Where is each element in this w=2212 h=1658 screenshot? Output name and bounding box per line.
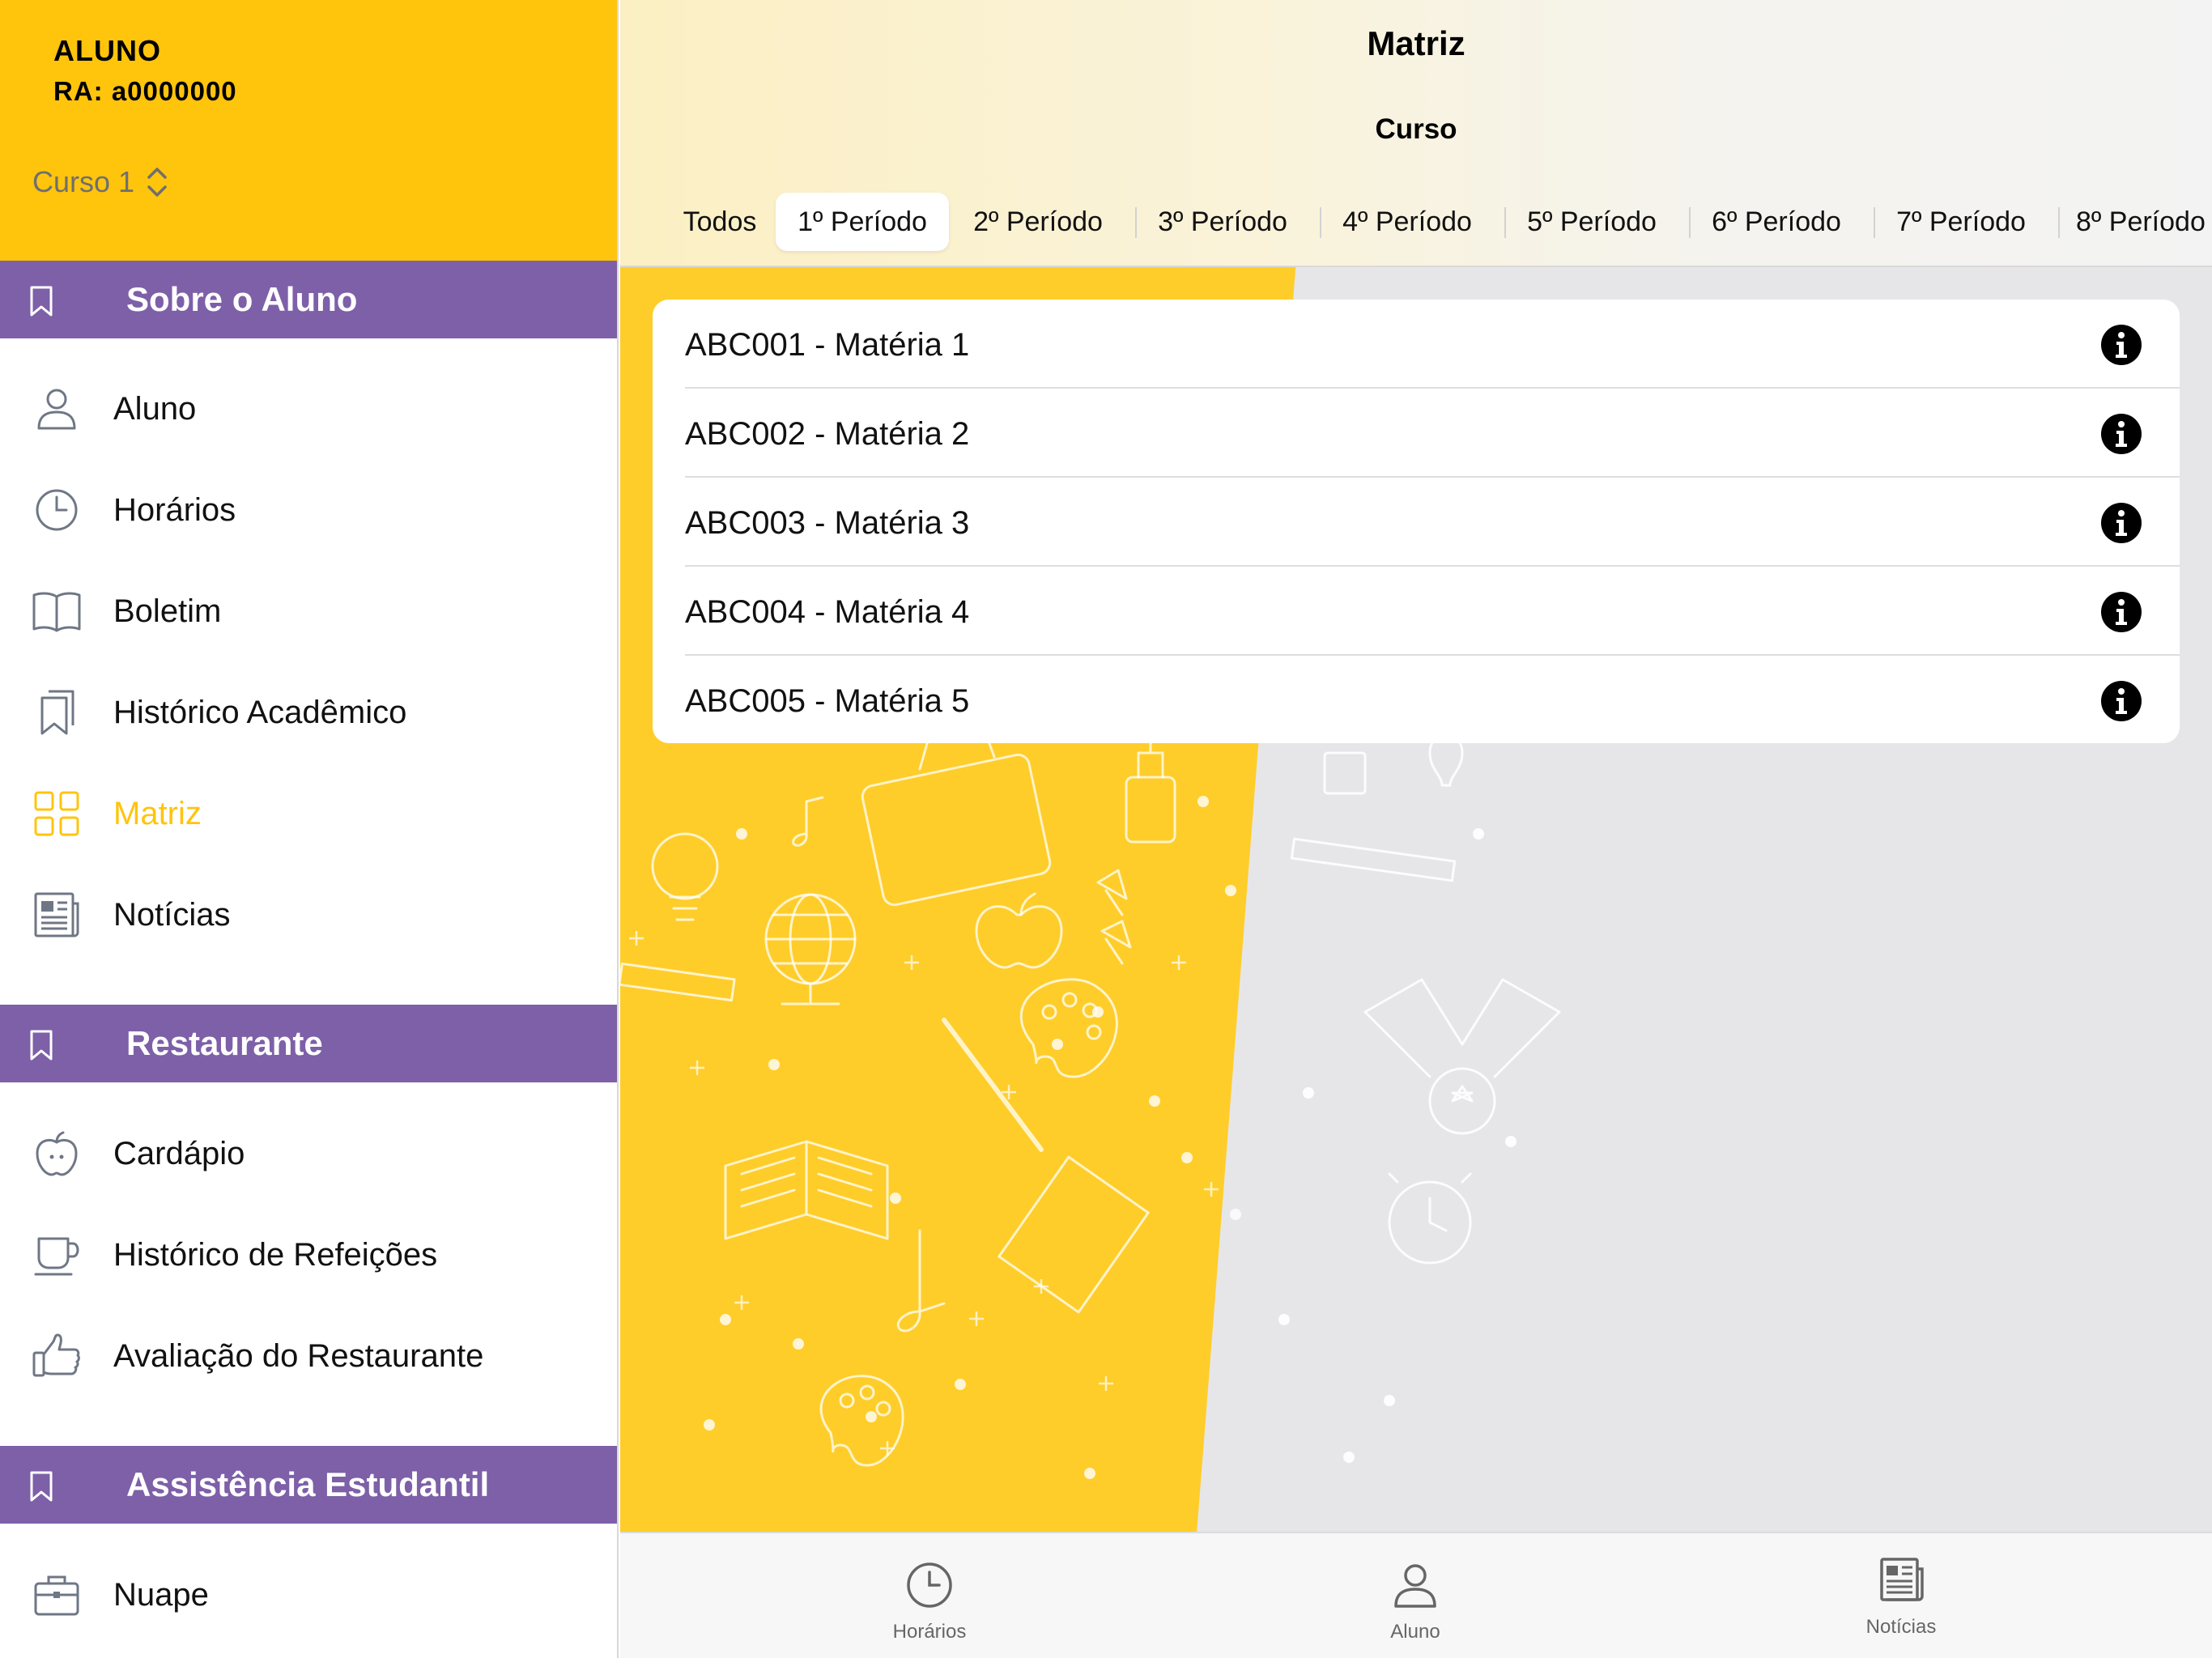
person-icon: [1394, 1564, 1436, 1608]
tab-periodo-6[interactable]: 6º Período: [1691, 193, 1862, 251]
sidebar: ALUNO RA: a0000000 Curso 1 Sobre o Aluno…: [0, 0, 619, 1658]
sidebar-item-nuape[interactable]: Nuape: [0, 1550, 617, 1639]
list-item[interactable]: ABC002 - Matéria 2: [653, 389, 2180, 478]
sidebar-item-cardapio[interactable]: Cardápio: [0, 1109, 617, 1198]
sidebar-item-label: Nuape: [113, 1576, 209, 1613]
info-icon[interactable]: [2100, 680, 2142, 722]
tab-periodo-8[interactable]: 8º Período: [2060, 193, 2212, 251]
student-ra: RA: a0000000: [53, 76, 237, 106]
section-header-assistencia-estudantil: Assistência Estudantil: [0, 1446, 617, 1524]
bookmark-icon: [30, 286, 53, 317]
main-content: Matriz Curso Todos 1º Período 2º Período…: [620, 0, 2212, 1658]
sidebar-item-label: Matriz: [113, 795, 202, 831]
sidebar-item-boletim[interactable]: Boletim: [0, 567, 617, 656]
tab-periodo-1[interactable]: 1º Período: [776, 193, 949, 251]
tabbar-label: Notícias: [1865, 1616, 1937, 1638]
newspaper-icon: [1880, 1558, 1924, 1601]
thumbs-up-icon: [32, 1333, 80, 1377]
sidebar-item-matriz[interactable]: Matriz: [0, 769, 617, 858]
tab-periodo-5[interactable]: 5º Período: [1506, 193, 1678, 251]
sidebar-item-label: Histórico Acadêmico: [113, 694, 407, 730]
clock-icon: [36, 489, 78, 531]
student-name: ALUNO: [53, 34, 161, 67]
course-selector[interactable]: Curso 1: [32, 165, 168, 199]
bookmark-icon: [30, 1030, 53, 1061]
sidebar-item-label: Cardápio: [113, 1135, 245, 1171]
list-item[interactable]: ABC003 - Matéria 3: [653, 478, 2180, 567]
subject-label: ABC001 - Matéria 1: [685, 327, 970, 363]
bookmarks-icon: [40, 690, 74, 735]
info-icon[interactable]: [2100, 591, 2142, 633]
clock-icon: [907, 1562, 952, 1608]
sidebar-item-aluno[interactable]: Aluno: [0, 364, 617, 453]
sidebar-item-label: Horários: [113, 491, 236, 528]
bookmark-icon: [30, 1471, 53, 1502]
book-icon: [32, 592, 81, 632]
subject-label: ABC003 - Matéria 3: [685, 505, 970, 541]
tab-periodo-4[interactable]: 4º Período: [1321, 193, 1493, 251]
sidebar-item-avaliacao-restaurante[interactable]: Avaliação do Restaurante: [0, 1312, 617, 1401]
tab-todos[interactable]: Todos: [659, 193, 781, 251]
subjects-list: ABC001 - Matéria 1 ABC002 - Matéria 2 AB…: [653, 300, 2180, 743]
section-header-restaurante: Restaurante: [0, 1005, 617, 1082]
tabbar-item-horarios[interactable]: Horários: [808, 1533, 1051, 1658]
section-title: Assistência Estudantil: [126, 1465, 490, 1503]
chevron-up-down-icon: [147, 168, 167, 197]
section-title: Sobre o Aluno: [126, 280, 358, 318]
apple-icon: [36, 1131, 78, 1176]
sidebar-item-label: Notícias: [113, 896, 231, 933]
page-title: Matriz: [1367, 24, 1465, 62]
section-header-sobre-o-aluno: Sobre o Aluno: [0, 261, 617, 338]
grid-icon: [34, 791, 79, 836]
tab-periodo-3[interactable]: 3º Período: [1137, 193, 1308, 251]
info-icon[interactable]: [2100, 324, 2142, 366]
info-icon[interactable]: [2100, 502, 2142, 544]
sidebar-item-noticias[interactable]: Notícias: [0, 870, 617, 959]
sidebar-item-historico-refeicoes[interactable]: Histórico de Refeições: [0, 1210, 617, 1299]
tabbar-label: Aluno: [1390, 1621, 1440, 1643]
subject-label: ABC002 - Matéria 2: [685, 416, 970, 452]
tabbar-item-noticias[interactable]: Notícias: [1780, 1533, 2023, 1658]
subject-label: ABC005 - Matéria 5: [685, 683, 970, 719]
subject-label: ABC004 - Matéria 4: [685, 594, 970, 630]
list-item[interactable]: ABC001 - Matéria 1: [653, 300, 2180, 389]
person-icon: [37, 389, 76, 430]
sidebar-item-label: Histórico de Refeições: [113, 1236, 438, 1273]
sidebar-item-label: Boletim: [113, 593, 222, 629]
sidebar-item-horarios[interactable]: Horários: [0, 466, 617, 555]
info-icon[interactable]: [2100, 413, 2142, 455]
nav-header: Matriz Curso Todos 1º Período 2º Período…: [620, 0, 2212, 267]
list-item[interactable]: ABC004 - Matéria 4: [653, 567, 2180, 656]
sidebar-item-historico-academico[interactable]: Histórico Acadêmico: [0, 668, 617, 757]
briefcase-icon: [34, 1575, 79, 1616]
tabbar-label: Horários: [892, 1621, 967, 1643]
bottom-tab-bar: Horários Aluno Notícias: [620, 1532, 2212, 1658]
newspaper-icon: [34, 892, 79, 937]
course-selector-label: Curso 1: [32, 165, 135, 198]
section-title: Restaurante: [126, 1024, 323, 1062]
tab-periodo-7[interactable]: 7º Período: [1875, 193, 2047, 251]
tabbar-item-aluno[interactable]: Aluno: [1294, 1533, 1537, 1658]
list-item[interactable]: ABC005 - Matéria 5: [653, 656, 2180, 743]
profile-header: ALUNO RA: a0000000 Curso 1: [0, 0, 617, 261]
cup-icon: [34, 1237, 79, 1276]
sidebar-item-label: Avaliação do Restaurante: [113, 1337, 484, 1374]
sidebar-item-label: Aluno: [113, 390, 197, 427]
page-subtitle: Curso: [1375, 113, 1457, 145]
period-segmented-control: Todos 1º Período 2º Período 3º Período 4…: [620, 193, 2212, 253]
tab-periodo-2[interactable]: 2º Período: [952, 193, 1124, 251]
